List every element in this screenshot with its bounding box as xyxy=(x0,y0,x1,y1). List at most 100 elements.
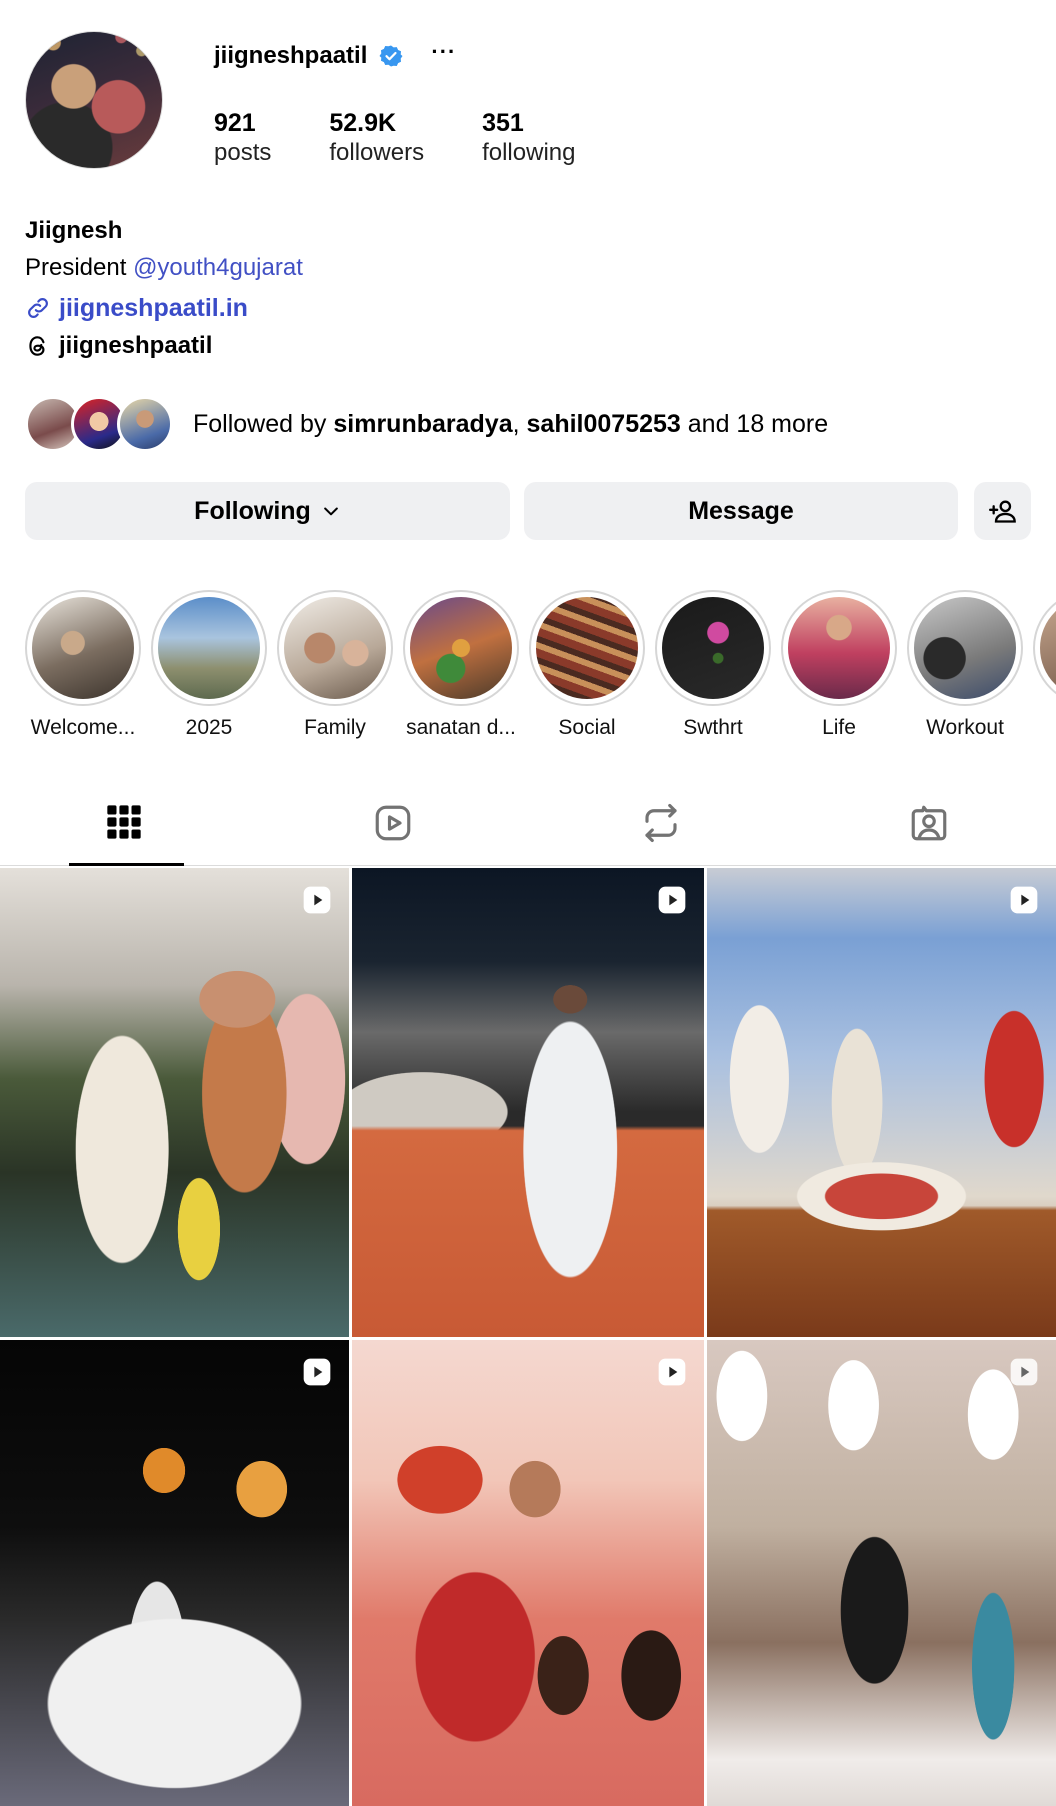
threads-username: jiigneshpaatil xyxy=(59,332,213,359)
followed-by-user: sahil0075253 xyxy=(526,409,681,438)
suggest-people-button[interactable] xyxy=(974,482,1031,540)
profile-stats: 921 posts 52.9K followers 351 following xyxy=(214,108,633,168)
highlight-cover xyxy=(788,597,890,699)
highlight-cover xyxy=(1040,597,1056,699)
reel-indicator-icon xyxy=(1010,1358,1038,1386)
add-person-icon xyxy=(988,500,1016,523)
highlight-item[interactable]: sanatan d... xyxy=(403,590,519,740)
highlight-cover xyxy=(662,597,764,699)
story-highlights: Welcome... 2025 Family sanatan d... Soci… xyxy=(25,590,1056,750)
stat-value: 351 xyxy=(482,109,524,137)
highlight-cover xyxy=(158,597,260,699)
highlight-ring xyxy=(781,590,897,706)
link-icon xyxy=(28,298,48,318)
followed-by-suffix: and 18 more xyxy=(680,409,829,438)
highlight-item[interactable]: Family xyxy=(277,590,393,740)
highlight-item[interactable] xyxy=(1033,590,1056,716)
post-thumbnail[interactable] xyxy=(0,1340,349,1806)
highlight-ring xyxy=(277,590,393,706)
highlight-item[interactable]: Welcome... xyxy=(25,590,141,740)
post-thumbnail[interactable] xyxy=(352,1340,704,1806)
stat-label: posts xyxy=(214,139,272,166)
reel-indicator-icon xyxy=(1010,886,1038,914)
profile-bio: Jiignesh President @youth4gujarat jiigne… xyxy=(25,214,1025,364)
reels-icon xyxy=(375,805,411,841)
highlight-label: Swthrt xyxy=(683,716,743,739)
stat-following[interactable]: 351 following xyxy=(482,108,575,168)
bio-mention-link[interactable]: @youth4gujarat xyxy=(133,254,303,281)
profile-header: jiigneshpaatil ··· 921 posts 52.9K follo… xyxy=(0,0,1056,180)
active-tab-indicator xyxy=(69,863,184,866)
highlight-label: 2025 xyxy=(185,716,233,739)
followed-by-user: simrunbaradya xyxy=(333,409,513,438)
followed-by-separator: , xyxy=(512,409,527,438)
website-link[interactable]: jiigneshpaatil.in xyxy=(59,294,248,323)
highlight-item[interactable]: Swthrt xyxy=(655,590,771,740)
stat-value: 52.9K xyxy=(329,109,397,137)
followed-by-row[interactable]: Followed by simrunbaradya, sahil0075253 … xyxy=(25,396,828,452)
reel-indicator-icon xyxy=(658,886,686,914)
posts-grid xyxy=(0,868,1056,1806)
following-button[interactable]: Following xyxy=(25,482,510,540)
verified-badge-icon xyxy=(379,45,403,67)
highlight-cover xyxy=(32,597,134,699)
tab-reels[interactable] xyxy=(372,802,416,846)
highlight-cover xyxy=(284,597,386,699)
website-link-row[interactable]: jiigneshpaatil.in xyxy=(25,288,1025,328)
highlight-label: Family xyxy=(304,716,366,739)
highlight-item[interactable]: Social xyxy=(529,590,645,740)
username-row: jiigneshpaatil ··· xyxy=(214,39,456,70)
profile-full-name: Jiignesh xyxy=(25,217,123,244)
tab-reposts[interactable] xyxy=(640,802,684,846)
following-button-label: Following xyxy=(194,496,311,525)
highlight-label: Workout xyxy=(926,716,1004,739)
tab-tagged[interactable] xyxy=(908,802,952,846)
bio-line: President @youth4gujarat xyxy=(25,248,1025,288)
highlight-cover xyxy=(536,597,638,699)
highlight-cover xyxy=(410,597,512,699)
highlight-ring xyxy=(655,590,771,706)
highlight-ring xyxy=(529,590,645,706)
reel-indicator-icon xyxy=(658,1358,686,1386)
tab-posts[interactable] xyxy=(104,802,148,846)
highlight-item[interactable]: Workout xyxy=(907,590,1023,740)
threads-link-row[interactable]: jiigneshpaatil xyxy=(25,328,1025,364)
highlight-label: Social xyxy=(558,716,616,739)
highlight-label: Life xyxy=(822,716,856,739)
post-thumbnail[interactable] xyxy=(707,1340,1056,1806)
highlight-ring xyxy=(151,590,267,706)
post-thumbnail[interactable] xyxy=(707,868,1056,1337)
follower-avatar xyxy=(117,396,173,452)
stat-value: 921 xyxy=(214,109,256,137)
post-thumbnail[interactable] xyxy=(352,868,704,1337)
highlight-ring xyxy=(25,590,141,706)
reel-indicator-icon xyxy=(303,886,331,914)
more-options-button[interactable]: ··· xyxy=(431,39,456,65)
chevron-down-icon xyxy=(323,507,338,516)
followed-by-prefix: Followed by xyxy=(193,409,334,438)
highlight-item[interactable]: 2025 xyxy=(151,590,267,740)
post-thumbnail[interactable] xyxy=(0,868,349,1337)
stat-followers[interactable]: 52.9K followers xyxy=(329,108,424,168)
profile-tabs xyxy=(0,782,1056,866)
highlight-cover xyxy=(914,597,1016,699)
highlight-ring xyxy=(1033,590,1056,706)
highlight-item[interactable]: Life xyxy=(781,590,897,740)
reposts-icon xyxy=(645,803,677,843)
highlight-ring xyxy=(907,590,1023,706)
highlight-label: Welcome... xyxy=(30,716,136,739)
bio-text: President xyxy=(25,254,134,281)
highlight-ring xyxy=(403,590,519,706)
profile-avatar[interactable] xyxy=(25,31,163,169)
stat-label: followers xyxy=(329,139,425,166)
profile-username: jiigneshpaatil xyxy=(214,42,368,69)
tagged-icon xyxy=(911,805,947,841)
posts-grid-icon xyxy=(107,805,141,839)
message-button-label: Message xyxy=(688,496,794,525)
highlight-label: sanatan d... xyxy=(406,716,516,739)
stat-posts[interactable]: 921 posts xyxy=(214,108,271,168)
threads-icon xyxy=(29,336,45,356)
followed-by-text: Followed by simrunbaradya, sahil0075253 … xyxy=(193,410,828,439)
stat-label: following xyxy=(482,139,576,166)
message-button[interactable]: Message xyxy=(524,482,958,540)
